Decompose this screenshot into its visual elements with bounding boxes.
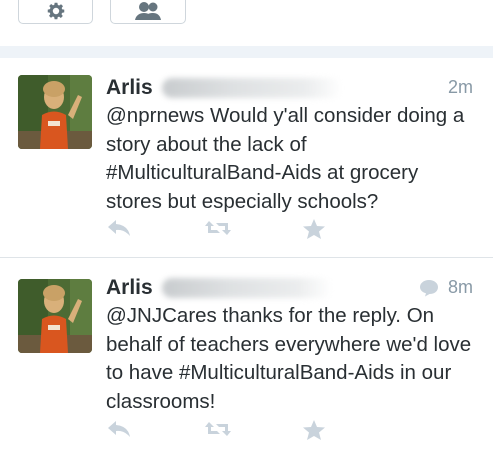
redacted-handle — [162, 278, 332, 298]
timestamp[interactable]: 8m — [448, 277, 473, 298]
speech-bubble-icon — [419, 279, 439, 302]
tweet-actions — [106, 419, 336, 445]
tweet-actions — [106, 218, 336, 244]
people-icon — [135, 2, 161, 20]
tweet-text: @nprnews Would y'all consider doing a st… — [106, 104, 465, 213]
avatar[interactable] — [18, 279, 92, 353]
avatar[interactable] — [18, 75, 92, 149]
favorite-icon[interactable] — [302, 419, 326, 446]
gear-icon — [47, 2, 64, 20]
tweet[interactable]: Arlis 8m @JNJCares thanks for the reply.… — [0, 259, 493, 453]
top-toolbar — [0, 0, 493, 46]
user-name[interactable]: Arlis — [106, 276, 153, 300]
settings-button[interactable] — [18, 0, 93, 24]
tweet-header: Arlis 8m — [106, 274, 473, 304]
retweet-icon[interactable] — [204, 218, 232, 243]
timestamp[interactable]: 2m — [448, 77, 473, 98]
tweet[interactable]: Arlis 2m @nprnews Would y'all consider d… — [0, 58, 493, 258]
find-people-button[interactable] — [110, 0, 186, 24]
redacted-handle — [162, 78, 342, 98]
tweet-header: Arlis 2m — [106, 74, 473, 104]
timeline-separator — [0, 46, 493, 58]
reply-icon[interactable] — [106, 419, 132, 444]
user-name[interactable]: Arlis — [106, 76, 153, 100]
tweet-text: @JNJCares thanks for the reply. On behal… — [106, 304, 472, 413]
reply-icon[interactable] — [106, 218, 132, 243]
retweet-icon[interactable] — [204, 419, 232, 444]
favorite-icon[interactable] — [302, 218, 326, 245]
